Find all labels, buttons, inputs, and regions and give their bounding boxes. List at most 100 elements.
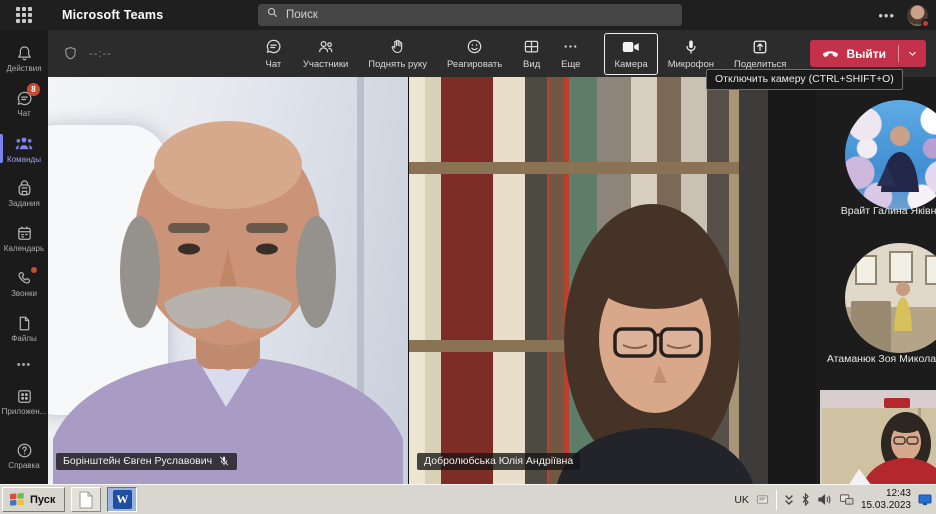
document-taskbar-button[interactable]	[71, 487, 101, 512]
input-helper-icon[interactable]	[756, 493, 769, 506]
volume-tray-icon[interactable]	[817, 493, 832, 506]
sidebar-item-label: Команды	[7, 155, 41, 164]
apps-icon	[15, 387, 34, 406]
calls-notification-dot	[31, 267, 37, 273]
clock-date: 15.03.2023	[861, 500, 911, 512]
self-portrait	[822, 392, 936, 484]
avatar-photo	[845, 243, 936, 353]
button-label: Поднять руку	[368, 59, 427, 70]
sidebar-item-activity[interactable]: Действия	[0, 36, 48, 81]
button-label: Вид	[523, 59, 540, 70]
mic-muted-icon	[218, 455, 230, 467]
camera-toggle-button[interactable]: Камера	[604, 33, 657, 75]
button-label: Камера	[614, 59, 647, 70]
title-bar: Microsoft Teams •••	[0, 0, 936, 30]
desktop-tray-icon[interactable]	[918, 485, 932, 514]
participants-icon	[316, 37, 335, 56]
leave-options-button[interactable]	[899, 48, 926, 59]
word-taskbar-button[interactable]: W	[107, 487, 137, 512]
leave-label: Выйти	[846, 47, 886, 61]
sidebar-item-label: Файлы	[11, 334, 36, 343]
file-icon	[15, 314, 34, 333]
chevron-down-icon	[907, 48, 918, 59]
start-button[interactable]: Пуск	[2, 487, 65, 512]
titlebar-more-button[interactable]: •••	[878, 8, 895, 23]
start-label: Пуск	[30, 494, 55, 506]
app-sidebar: Действия 8 Чат Команды	[0, 30, 48, 484]
bluetooth-tray-icon[interactable]	[801, 493, 810, 506]
participant-avatar-atamanyuk[interactable]	[845, 243, 936, 353]
button-label: Чат	[266, 59, 282, 70]
sidebar-item-label: Приложен...	[2, 407, 47, 416]
participant-name-chip: Борінштейн Євген Руславович	[56, 453, 237, 470]
busy-status-dot	[921, 19, 930, 28]
sidebar-item-label: Действия	[6, 64, 41, 73]
participant-row: Врайт Галина Яківна	[816, 205, 936, 217]
hidden-icons-chevron[interactable]	[784, 494, 794, 506]
sidebar-item-label: Задания	[8, 199, 40, 208]
button-label: Поделиться	[734, 59, 786, 70]
network-tray-icon[interactable]	[839, 493, 854, 506]
calendar-icon	[15, 224, 34, 243]
help-icon	[15, 441, 34, 460]
clock-time: 12:43	[861, 488, 911, 500]
participant-avatar-vrait[interactable]	[845, 100, 936, 210]
sidebar-item-teams[interactable]: Команды	[0, 126, 48, 171]
participant-name: Добролюбська Юлія Андріївна	[424, 455, 573, 467]
meeting-status: --:--	[62, 45, 112, 62]
app-title: Microsoft Teams	[62, 8, 163, 22]
react-smiley-icon	[465, 37, 484, 56]
language-indicator[interactable]: UK	[734, 494, 749, 506]
tray-divider	[776, 490, 777, 510]
blank-document-icon	[78, 491, 94, 509]
teams-app-window: Microsoft Teams ••• Действия	[0, 0, 936, 514]
sidebar-item-label: Чат	[17, 109, 30, 118]
video-tile-dobrolyubska[interactable]: Добролюбська Юлія Андріївна	[408, 77, 768, 484]
sidebar-more-button[interactable]: •••	[0, 351, 48, 379]
more-actions-button[interactable]: Еще	[551, 32, 590, 75]
sidebar-item-files[interactable]: Файлы	[0, 306, 48, 351]
windows-logo-icon	[9, 492, 25, 507]
participant-portrait	[409, 77, 768, 484]
sidebar-item-help[interactable]: Справка	[0, 433, 48, 478]
windows-taskbar: Пуск W UK	[0, 484, 936, 514]
share-icon	[751, 38, 769, 56]
sidebar-item-apps[interactable]: Приложен...	[0, 379, 48, 424]
sidebar-item-calls[interactable]: Звонки	[0, 261, 48, 306]
app-launcher-button[interactable]	[0, 7, 48, 23]
chat-unread-badge: 8	[27, 83, 40, 96]
hangup-icon	[822, 48, 839, 60]
search-bar[interactable]	[258, 4, 682, 26]
raise-hand-icon	[388, 37, 407, 56]
meeting-chat-button[interactable]: Чат	[254, 32, 293, 75]
sidebar-item-chat[interactable]: 8 Чат	[0, 81, 48, 126]
button-label: Микрофон	[668, 59, 714, 70]
search-icon	[266, 6, 279, 24]
participants-panel: Врайт Галина Яківна Атаманюк Зоя Миколаї…	[816, 77, 936, 484]
self-view-video[interactable]	[820, 390, 936, 484]
camera-icon	[621, 38, 641, 56]
video-tile-borinshtein[interactable]: Борінштейн Євген Руславович	[48, 77, 408, 484]
participant-name-chip: Добролюбська Юлія Андріївна	[417, 453, 580, 470]
participant-name: Борінштейн Євген Руславович	[63, 455, 212, 467]
view-button[interactable]: Вид	[512, 32, 551, 75]
leave-button[interactable]: Выйти	[810, 40, 926, 67]
view-grid-icon	[522, 37, 541, 56]
button-label: Участники	[303, 59, 348, 70]
participants-button[interactable]: Участники	[293, 32, 358, 75]
search-input[interactable]	[286, 9, 674, 21]
shield-icon	[62, 45, 79, 62]
participant-portrait	[48, 77, 408, 484]
word-icon: W	[113, 490, 132, 509]
raise-hand-button[interactable]: Поднять руку	[358, 32, 437, 75]
teams-icon	[14, 134, 34, 154]
bell-icon	[15, 44, 34, 63]
sidebar-item-assignments[interactable]: Задания	[0, 171, 48, 216]
participant-name: Врайт Галина Яківна	[841, 205, 936, 217]
user-avatar[interactable]	[907, 5, 928, 26]
waffle-icon	[16, 7, 32, 23]
participant-name: Атаманюк Зоя Миколаївна	[827, 353, 936, 365]
react-button[interactable]: Реагировать	[437, 32, 512, 75]
sidebar-item-calendar[interactable]: Календарь	[0, 216, 48, 261]
taskbar-clock[interactable]: 12:43 15.03.2023	[861, 488, 911, 511]
